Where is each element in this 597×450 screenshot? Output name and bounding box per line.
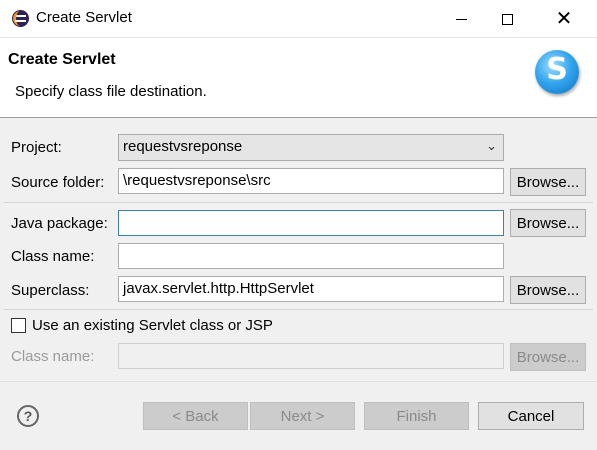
project-label: Project:: [11, 139, 62, 156]
next-button[interactable]: Next >: [250, 402, 355, 430]
close-button[interactable]: ✕: [531, 0, 597, 38]
minimize-icon: [455, 18, 467, 20]
class-name-input[interactable]: [118, 243, 504, 269]
cancel-button[interactable]: Cancel: [478, 402, 584, 430]
use-existing-label: Use an existing Servlet class or JSP: [32, 317, 273, 334]
finish-button[interactable]: Finish: [364, 402, 469, 430]
separator: [0, 381, 597, 382]
eclipse-icon: [12, 10, 29, 27]
source-folder-input[interactable]: \requestvsreponse\src: [118, 168, 504, 194]
source-folder-browse-button[interactable]: Browse...: [510, 168, 586, 196]
project-value: requestvsreponse: [123, 138, 243, 155]
page-title: Create Servlet: [8, 51, 116, 68]
existing-class-name-label: Class name:: [11, 348, 95, 365]
use-existing-checkbox[interactable]: [11, 318, 26, 333]
page-description: Specify class file destination.: [15, 83, 207, 100]
class-name-label: Class name:: [11, 248, 95, 265]
separator: [4, 309, 593, 310]
existing-class-browse-button[interactable]: Browse...: [510, 343, 586, 371]
project-combo[interactable]: requestvsreponse ⌄: [118, 134, 504, 161]
servlet-wizard-icon: S: [535, 50, 579, 94]
maximize-button[interactable]: [484, 0, 530, 38]
window-title: Create Servlet: [36, 9, 132, 26]
existing-class-name-input[interactable]: [118, 343, 504, 369]
java-package-browse-button[interactable]: Browse...: [510, 209, 586, 237]
maximize-icon: [501, 13, 513, 25]
superclass-label: Superclass:: [11, 282, 90, 299]
java-package-input[interactable]: [118, 210, 504, 236]
source-folder-label: Source folder:: [11, 174, 105, 191]
help-icon[interactable]: ?: [17, 405, 39, 427]
superclass-browse-button[interactable]: Browse...: [510, 276, 586, 304]
wizard-banner: Create Servlet Specify class file destin…: [0, 38, 597, 118]
superclass-input[interactable]: javax.servlet.http.HttpServlet: [118, 276, 504, 302]
chevron-down-icon: ⌄: [486, 138, 497, 153]
close-icon: ✕: [555, 8, 573, 30]
back-button[interactable]: < Back: [143, 402, 248, 430]
minimize-button[interactable]: [438, 0, 484, 38]
title-bar: Create Servlet ✕: [0, 0, 597, 38]
java-package-label: Java package:: [11, 215, 108, 232]
separator: [4, 202, 593, 203]
